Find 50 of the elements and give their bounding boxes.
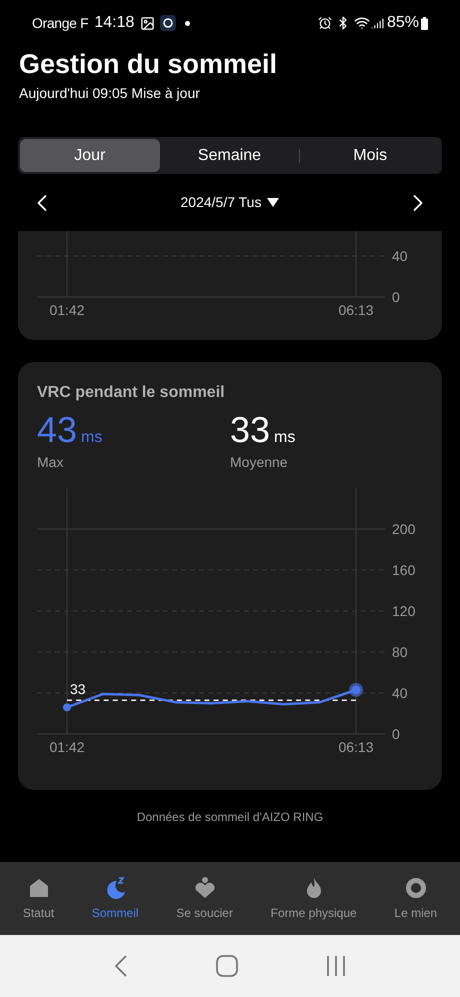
- period-tab[interactable]: Semaine: [160, 139, 300, 172]
- stat-unit: ms: [81, 428, 102, 448]
- nav-tab[interactable]: Sommeil: [92, 876, 139, 922]
- axis-label: 0: [392, 726, 400, 742]
- axis-label: 01:42: [49, 302, 85, 318]
- image-icon: [140, 16, 156, 30]
- update-time: Aujourd'hui 09:05 Mise à jour: [19, 85, 200, 101]
- card-title: VRC pendant le sommeil: [37, 383, 225, 403]
- stat-value: 33: [230, 410, 270, 450]
- clock: 14:18: [94, 13, 134, 33]
- data-point: [63, 703, 71, 712]
- recent-apps-icon[interactable]: [326, 955, 346, 977]
- ring-icon: [404, 876, 428, 900]
- data-point: [349, 682, 363, 697]
- stat-unit: ms: [274, 428, 296, 448]
- alarm-icon: [318, 16, 332, 30]
- battery-icon: [421, 16, 428, 30]
- stat-label: Max: [37, 453, 64, 472]
- period-tab[interactable]: Jour: [20, 139, 160, 172]
- data-source-note: Données de sommeil d'AIZO RING: [136, 809, 324, 825]
- dot-icon: [185, 20, 190, 26]
- axis-label: 01:42: [49, 739, 85, 755]
- axis-label: 40: [392, 248, 408, 264]
- axis-label: 200: [392, 521, 416, 537]
- battery-level: 85%: [386, 13, 419, 33]
- dropdown-icon: [267, 198, 280, 207]
- axis-label: 160: [392, 562, 416, 578]
- axis-label: 40: [392, 685, 408, 701]
- axis-label: 120: [392, 603, 416, 619]
- period-tab[interactable]: Mois: [300, 139, 440, 172]
- home-icon[interactable]: [216, 955, 238, 977]
- date-picker[interactable]: 2024/5/7 Tus: [180, 192, 280, 213]
- signal-icon: [370, 16, 384, 30]
- nav-tab[interactable]: Le mien: [394, 876, 438, 922]
- nav-tab[interactable]: Se soucier: [176, 876, 233, 922]
- carrier-name: Orange F: [32, 14, 88, 33]
- axis-label: 0: [392, 289, 400, 305]
- axis-label: 80: [392, 644, 408, 660]
- average-label: 33: [70, 681, 86, 698]
- back-icon[interactable]: [114, 955, 128, 977]
- axis-label: 06:13: [338, 302, 374, 318]
- app-icon: [160, 15, 176, 31]
- stat-label: Moyenne: [230, 453, 288, 472]
- nav-tab[interactable]: Forme physique: [270, 876, 357, 922]
- stat-value: 43: [37, 410, 78, 450]
- wifi-icon: [354, 15, 370, 31]
- nav-tab[interactable]: Statut: [22, 876, 54, 922]
- axis-label: 06:13: [338, 739, 374, 755]
- person-heart-icon: [192, 876, 217, 900]
- page-title: Gestion du sommeil: [19, 48, 278, 81]
